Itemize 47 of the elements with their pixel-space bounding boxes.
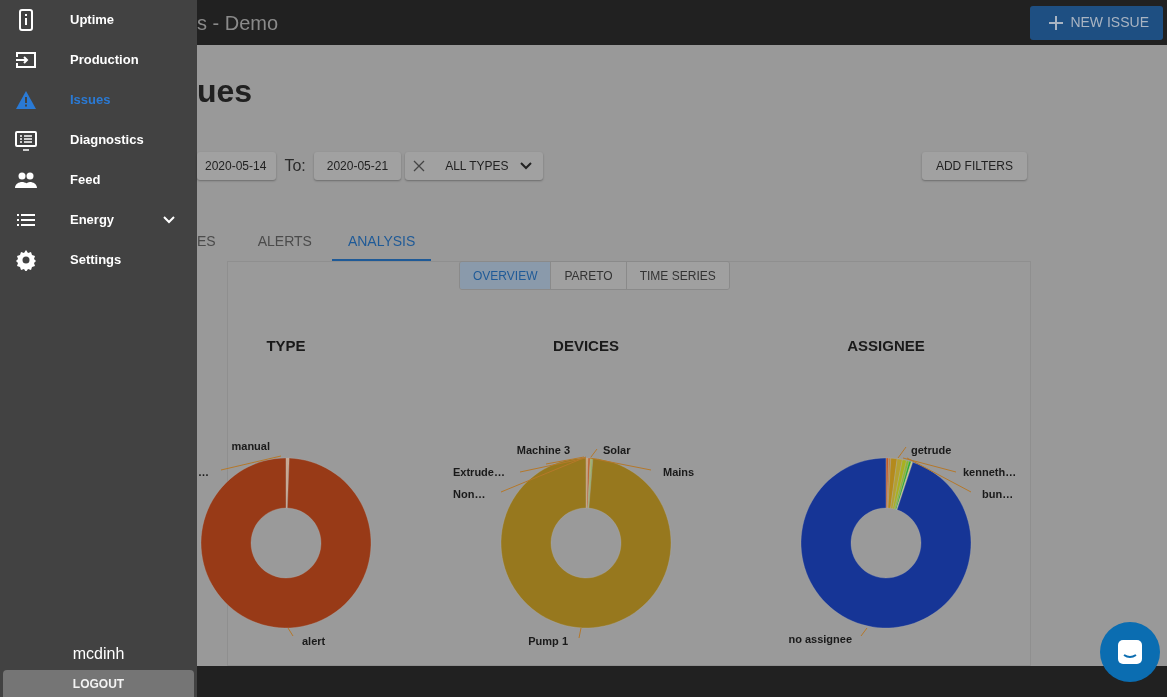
view-toggle[interactable]: TIME SERIES [625, 262, 729, 289]
sidebar-item[interactable]: Feed [0, 160, 197, 200]
plus-icon [1048, 14, 1065, 31]
new-issue-button[interactable]: NEW ISSUE [1030, 5, 1163, 40]
warning-icon [15, 89, 37, 111]
user-name: mcdinh [71, 644, 126, 664]
leader-line [860, 627, 868, 637]
to-label: To: [284, 156, 306, 176]
view-toggle[interactable]: PARETO [550, 262, 626, 289]
chart-label: manual [231, 440, 270, 452]
leader-line [578, 627, 582, 639]
chat-button[interactable] [1100, 622, 1160, 682]
chart-label: Machine 3 [516, 444, 570, 456]
sidebar-item[interactable]: Diagnostics [0, 120, 197, 160]
date-field[interactable]: 2020-05-14 [197, 152, 277, 180]
chat-icon [1115, 637, 1145, 667]
monitor-icon [15, 129, 37, 151]
chart-label: Extrude… [453, 466, 505, 478]
add-filters-button[interactable]: ADD FILTERS [921, 152, 1027, 180]
sidebar-item[interactable]: Settings [0, 240, 197, 280]
clear-icon[interactable] [413, 160, 426, 172]
logout-button[interactable]: LOGOUT [3, 670, 194, 697]
chart-label: getrude [911, 444, 952, 456]
chart-title: ASSIGNEE [847, 337, 925, 354]
sidebar-item[interactable]: Energy [0, 200, 197, 240]
type-dropdown[interactable]: ALL TYPES [405, 152, 543, 180]
chart-title: TYPE [266, 337, 306, 354]
chart-label: … [198, 466, 209, 478]
leader-line [220, 455, 282, 471]
chart-title: DEVICES [553, 337, 619, 354]
chart-label: bun… [982, 488, 1014, 500]
chart-label: Mains [663, 466, 695, 478]
chart-label: no assignee [788, 633, 852, 645]
chart-label: Solar [603, 444, 631, 456]
tab[interactable]: ES [197, 223, 242, 261]
sidebar-item[interactable]: Production [0, 40, 197, 80]
chart-label: alert [302, 635, 326, 647]
input-icon [15, 49, 37, 71]
page-title: ues [197, 75, 254, 107]
app-title: s - Demo [197, 10, 279, 36]
chart-label: Non… [453, 488, 486, 500]
chart-label: kenneth… [963, 466, 1017, 478]
date-field[interactable]: 2020-05-21 [313, 152, 402, 180]
leader-line [287, 627, 294, 637]
sidebar-item[interactable]: Uptime [0, 0, 197, 40]
settings-icon [15, 249, 37, 271]
chart-label: Pump 1 [528, 635, 568, 647]
